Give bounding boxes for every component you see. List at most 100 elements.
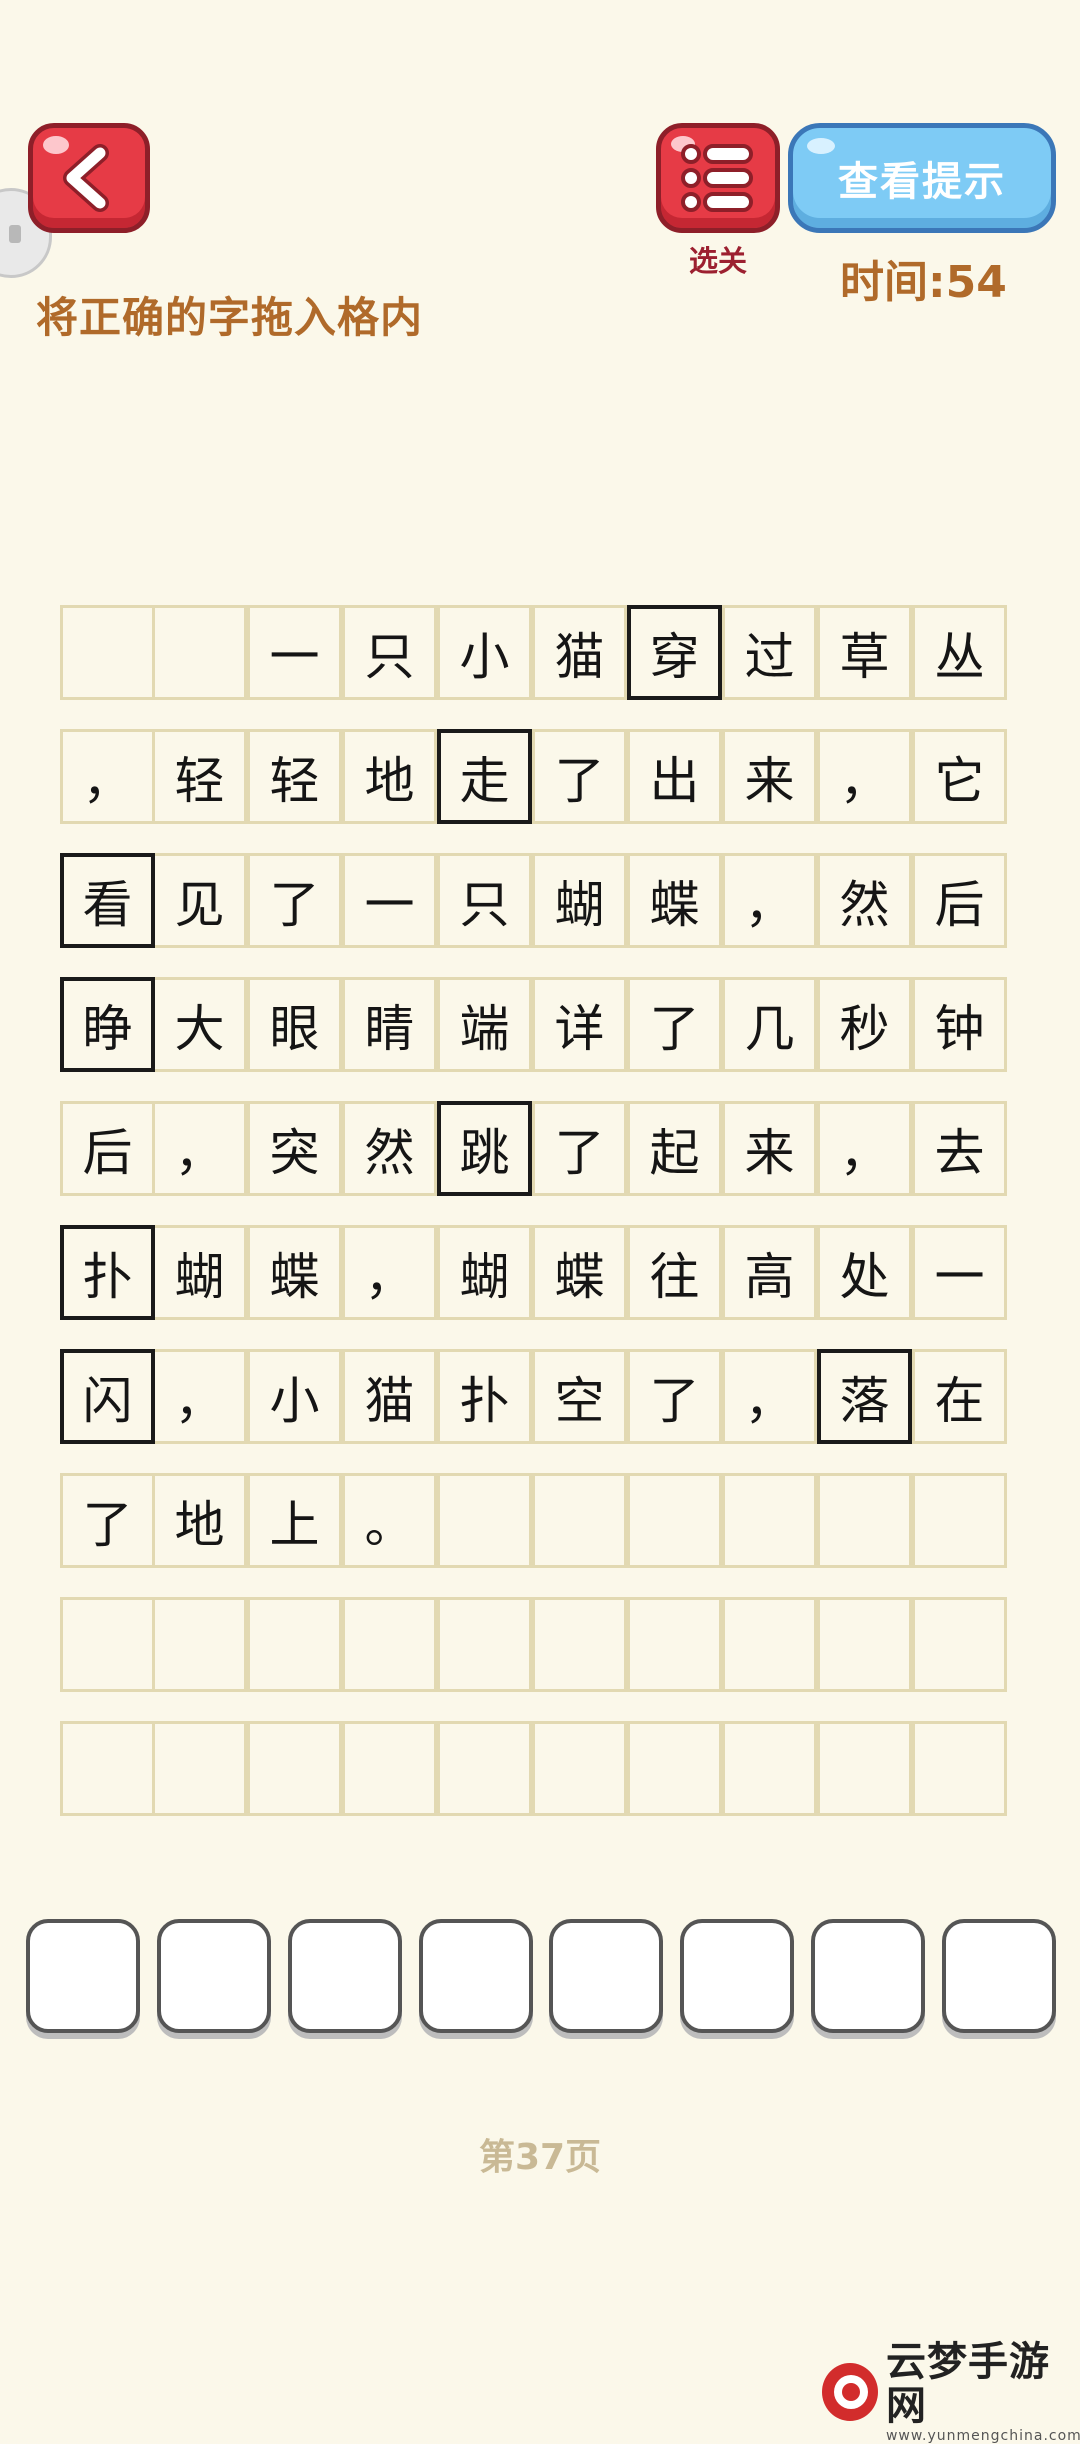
back-button[interactable]	[28, 123, 150, 233]
grid-cell: 高	[722, 1225, 817, 1320]
grid-char: 起	[649, 1123, 700, 1182]
grid-char: ，	[744, 1371, 795, 1430]
grid-cell: 一	[342, 853, 437, 948]
grid-cell: ，	[722, 853, 817, 948]
grid-char: 了	[649, 999, 700, 1058]
grid-cell: 蝴	[532, 853, 627, 948]
grid-cell	[342, 1597, 437, 1692]
grid-cell	[627, 1597, 722, 1692]
answer-tile[interactable]	[26, 1919, 140, 2033]
grid-cell: 地	[342, 729, 437, 824]
grid-cell: 扑	[437, 1349, 532, 1444]
grid-char: 蝴	[174, 1247, 225, 1306]
answer-tile[interactable]	[418, 1919, 533, 2033]
grid-cell: 了	[60, 1473, 155, 1568]
answer-tile[interactable]	[287, 1919, 402, 2033]
grid-char: ，	[744, 875, 795, 934]
answer-slot[interactable]: 跳	[437, 1101, 532, 1196]
grid-char: ，	[174, 1371, 225, 1430]
watermark-name: 云梦手游网	[885, 2338, 1050, 2429]
grid-cell: 一	[912, 1225, 1007, 1320]
grid-cell: 端	[437, 977, 532, 1072]
grid-char: 小	[459, 627, 510, 686]
instruction-text: 将正确的字拖入格内	[36, 293, 424, 342]
watermark: 云梦手游网 www.yunmengchina.com	[822, 2340, 1080, 2444]
grid-row: 闪 ， 小猫扑空了 ， 落在	[60, 1349, 1018, 1444]
grid-cell	[247, 1597, 342, 1692]
grid-char: ，	[839, 751, 890, 810]
grid-char: 扑	[459, 1371, 510, 1430]
grid-cell	[60, 1597, 155, 1692]
grid-cell: 草	[817, 605, 912, 700]
grid-char: 蝶	[554, 1247, 605, 1306]
grid-char: 去	[934, 1123, 985, 1182]
grid-char: 在	[934, 1371, 985, 1430]
grid-char: 只	[459, 875, 510, 934]
grid-row: 扑蝴蝶，蝴蝶往高处一	[60, 1225, 1018, 1320]
level-select-button[interactable]	[656, 123, 780, 233]
grid-char: 端	[459, 999, 510, 1058]
grid-char: 来	[744, 1123, 795, 1182]
grid-row: 看见了一只蝴蝶 ， 然后	[60, 853, 1018, 948]
grid-cell: 地	[152, 1473, 247, 1568]
grid-char: 小	[269, 1371, 320, 1430]
grid-cell: 小	[437, 605, 532, 700]
grid-cell	[627, 1721, 722, 1816]
page-number: 第37页	[478, 2137, 602, 2178]
grid-char: 见	[174, 875, 225, 934]
grid-char: 猫	[364, 1371, 415, 1430]
grid-cell	[152, 1597, 247, 1692]
grid-cell: 在	[912, 1349, 1007, 1444]
grid-char: 闪	[82, 1371, 133, 1430]
answer-slot[interactable]: 睁	[60, 977, 155, 1072]
grid-cell: 空	[532, 1349, 627, 1444]
grid-cell: 后	[912, 853, 1007, 948]
grid-char: 轻	[269, 751, 320, 810]
grid-row: 一只小猫穿过草丛	[60, 605, 1018, 700]
grid-cell	[722, 1473, 817, 1568]
grid-cell	[532, 1721, 627, 1816]
grid-char: 草	[839, 627, 890, 686]
grid-char: 过	[744, 627, 795, 686]
grid-cell: 详	[532, 977, 627, 1072]
grid-cell: 几	[722, 977, 817, 1072]
answer-tile[interactable]	[941, 1919, 1056, 2033]
grid-cell: 见	[152, 853, 247, 948]
grid-cell: 了	[247, 853, 342, 948]
grid-cell: 了	[627, 977, 722, 1072]
grid-char: 了	[554, 751, 605, 810]
view-hint-button[interactable]: 查看提示	[788, 123, 1056, 233]
grid-cell: 然	[342, 1101, 437, 1196]
grid-cell: 上	[247, 1473, 342, 1568]
answer-tile[interactable]	[549, 1919, 664, 2033]
grid-row	[60, 1721, 1018, 1816]
answer-slot[interactable]: 闪	[60, 1349, 155, 1444]
grid-cell: 了	[532, 1101, 627, 1196]
answer-slot[interactable]: 扑	[60, 1225, 155, 1320]
grid-cell: ，	[722, 1349, 817, 1444]
grid-cell: 出	[627, 729, 722, 824]
grid-cell: 小	[247, 1349, 342, 1444]
grid-cell: ，	[817, 729, 912, 824]
answer-slot[interactable]: 落	[817, 1349, 912, 1444]
grid-cell: 蝴	[152, 1225, 247, 1320]
grid-cell: 猫	[342, 1349, 437, 1444]
grid-char: 睁	[82, 999, 133, 1058]
grid-char: 钟	[934, 999, 985, 1058]
grid-char: 然	[364, 1123, 415, 1182]
grid-cell: 轻	[247, 729, 342, 824]
grid-cell: 眼	[247, 977, 342, 1072]
answer-tile[interactable]	[680, 1919, 795, 2033]
answer-slot[interactable]: 走	[437, 729, 532, 824]
answer-tile[interactable]	[811, 1919, 926, 2033]
answer-slot[interactable]: 穿	[627, 605, 722, 700]
grid-cell: 蝶	[627, 853, 722, 948]
grid-row: ，轻轻地走了出来，它	[60, 729, 1018, 824]
answer-tile[interactable]	[156, 1919, 271, 2033]
grid-char: 了	[82, 1495, 133, 1554]
grid-char: 来	[744, 751, 795, 810]
answer-slot[interactable]: 看	[60, 853, 155, 948]
grid-char: 落	[839, 1371, 890, 1430]
grid-cell: 来	[722, 1101, 817, 1196]
grid-row: 了地上。	[60, 1473, 1018, 1568]
